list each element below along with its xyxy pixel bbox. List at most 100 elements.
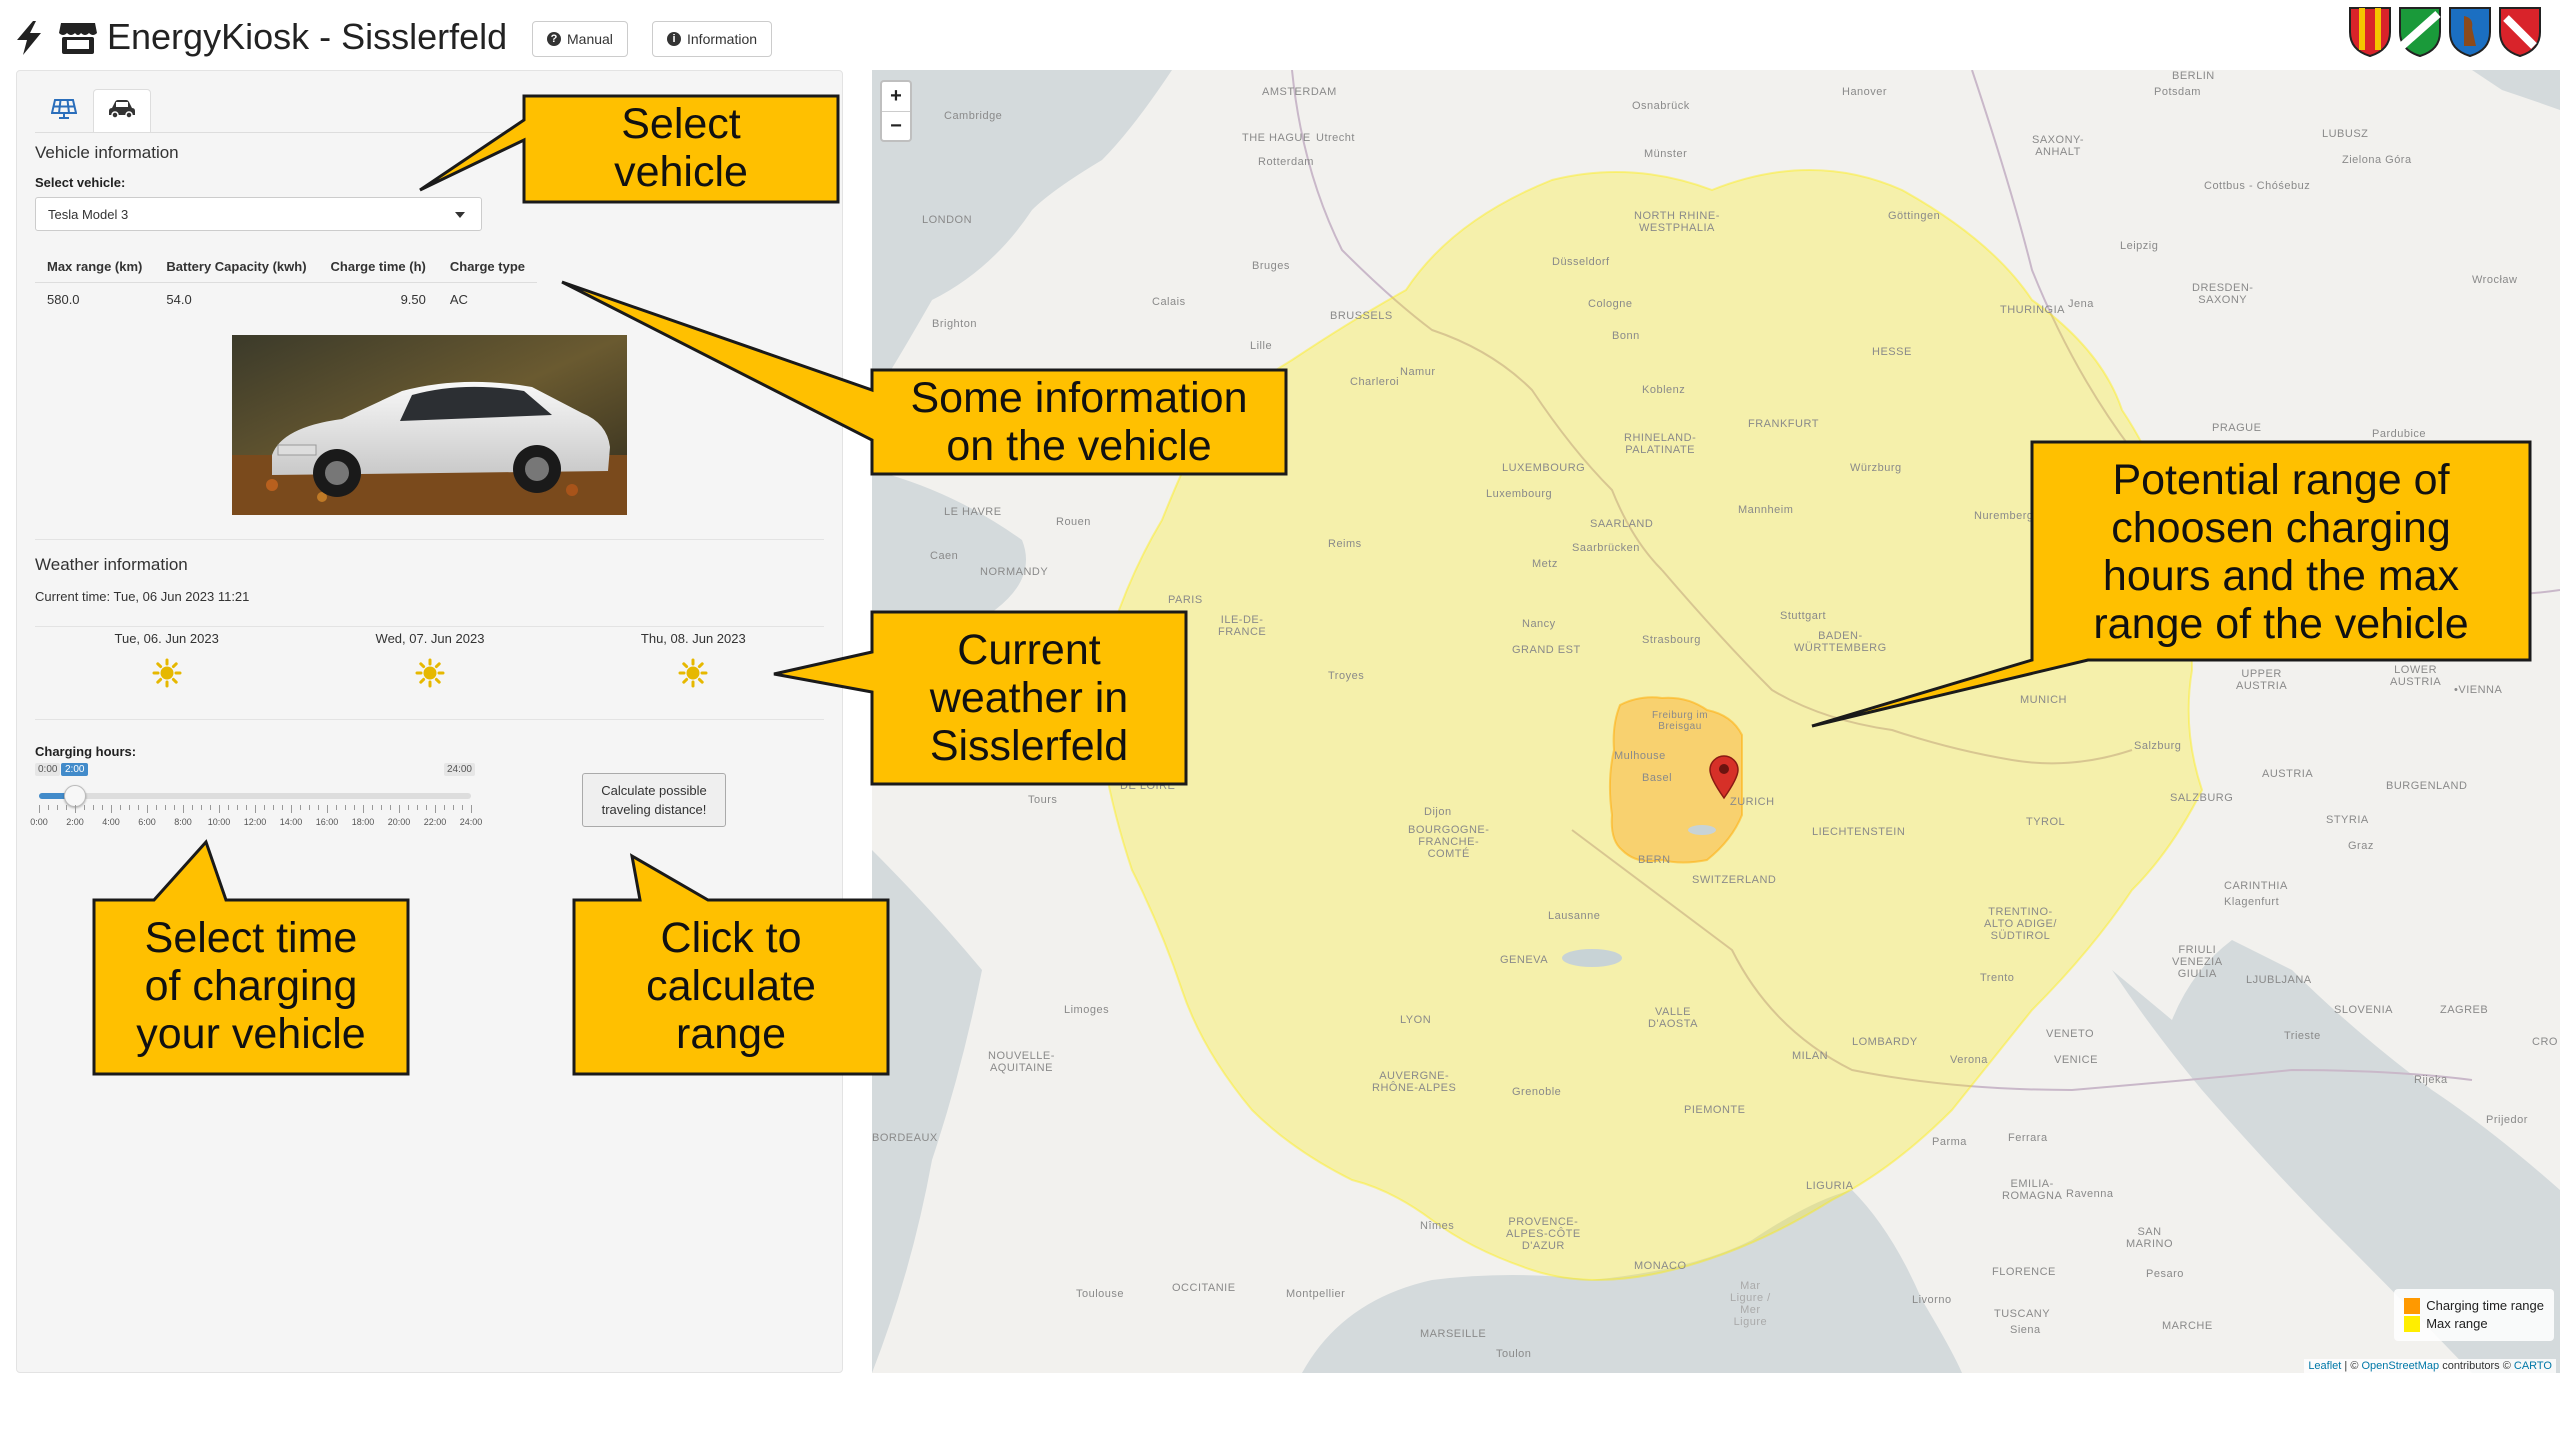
slider-tick	[102, 805, 103, 810]
map-label: PROVENCE- ALPES-CÔTE D'AZUR	[1506, 1216, 1581, 1252]
map-label: Düsseldorf	[1552, 256, 1610, 268]
manual-button[interactable]: ? Manual	[532, 21, 628, 57]
slider-tick	[219, 805, 220, 813]
map-label: SLOVENIA	[2334, 1004, 2394, 1016]
map-label: TYROL	[2026, 816, 2066, 828]
manual-button-label: Manual	[567, 31, 613, 47]
weather-date: Thu, 08. Jun 2023	[640, 631, 746, 646]
callout-line: Select time	[144, 914, 358, 962]
map-label: Klagenfurt	[2224, 896, 2280, 908]
table-header: Charge type	[437, 251, 538, 283]
map-label: BERLIN	[2172, 70, 2215, 82]
slider-tick	[39, 805, 40, 813]
charging-hours-slider[interactable]: 0:00 2:00 24:00 0:00 2:00 4:00 6:00 8:00 10:0…	[30, 763, 482, 853]
section-divider	[35, 539, 824, 540]
slider-tick	[156, 805, 157, 810]
slider-tick	[201, 805, 202, 810]
app-icons	[14, 20, 98, 61]
osm-link[interactable]: OpenStreetMap	[2361, 1360, 2439, 1372]
weather-day: Tue, 06. Jun 2023	[35, 631, 298, 688]
map-label: Bonn	[1612, 330, 1640, 342]
map-label: Saarbrücken	[1572, 542, 1640, 554]
slider-tick-label: 24:00	[459, 817, 483, 827]
map-label: Nîmes	[1420, 1220, 1455, 1232]
map-label: Cottbus - Chóśebuz	[2204, 180, 2311, 192]
slider-max-label: 24:00	[443, 763, 475, 776]
map-label: LUBUSZ	[2322, 128, 2369, 140]
map-label: Graz	[2348, 840, 2374, 852]
callout-line: Current	[957, 626, 1101, 674]
information-button[interactable]: i Information	[652, 21, 773, 57]
app-header: EnergyKiosk - Sisslerfeld ? Manual i Inf…	[0, 0, 2560, 72]
map-label: BOURGOGNE- FRANCHE- COMTÉ	[1408, 824, 1490, 860]
vehicle-select[interactable]: Tesla Model 3	[35, 197, 482, 231]
map-label: Toulon	[1496, 1348, 1532, 1360]
chevron-down-icon	[455, 212, 465, 218]
map-label: Nancy	[1522, 618, 1556, 630]
leaflet-link[interactable]: Leaflet	[2308, 1360, 2341, 1372]
callout-line: on the vehicle	[946, 422, 1212, 470]
map-label: Trento	[1980, 972, 2015, 984]
sidebar-tabs	[35, 89, 151, 133]
map-label: Mar Ligure / Mer Ligure	[1730, 1280, 1771, 1328]
zoom-out-button[interactable]: −	[882, 111, 910, 140]
slider-tick	[453, 805, 454, 810]
slider-tick	[471, 805, 472, 813]
callout-line: calculate	[646, 962, 816, 1010]
map-label: HESSE	[1872, 346, 1912, 358]
slider-tick-label: 18:00	[351, 817, 375, 827]
slider-tick-label: 22:00	[423, 817, 447, 827]
current-time: Current time: Tue, 06 Jun 2023 11:21	[35, 589, 250, 604]
map-label: MARCHE	[2162, 1320, 2213, 1332]
map-label: LOWER AUSTRIA	[2390, 664, 2442, 688]
map-label: NORTH RHINE- WESTPHALIA	[1634, 210, 1720, 234]
weather-forecast: Tue, 06. Jun 2023 Wed, 07. Jun 2023 Thu,…	[35, 631, 825, 688]
map-label: SALZBURG	[2170, 792, 2234, 804]
zoom-control: + −	[880, 80, 912, 142]
map-label: Rijeka	[2414, 1074, 2448, 1086]
map-label: Ferrara	[2008, 1132, 2048, 1144]
map-label: CARINTHIA	[2224, 880, 2288, 892]
zoom-in-button[interactable]: +	[882, 82, 910, 111]
tab-solar[interactable]	[35, 89, 93, 133]
map-label: PIEMONTE	[1684, 1104, 1746, 1116]
slider-tick	[399, 805, 400, 813]
map-label: BURGENLAND	[2386, 780, 2468, 792]
slider-handle[interactable]	[64, 785, 86, 807]
slider-tick	[174, 805, 175, 810]
map-label: Namur	[1400, 366, 1436, 378]
map-label: Mulhouse	[1614, 750, 1666, 762]
slider-tick	[309, 805, 310, 810]
map-label: Bruges	[1252, 260, 1290, 272]
map-label: LONDON	[922, 214, 973, 226]
question-icon: ?	[547, 32, 561, 46]
slider-tick	[138, 805, 139, 810]
vehicle-section-title: Vehicle information	[35, 143, 179, 162]
slider-tick-label: 12:00	[243, 817, 267, 827]
callout-line: range	[676, 1010, 786, 1058]
slider-tick	[273, 805, 274, 810]
slider-tick	[165, 805, 166, 810]
weather-day: Thu, 08. Jun 2023	[562, 631, 825, 688]
legend-item: Charging time range	[2404, 1297, 2544, 1315]
map-label: LIECHTENSTEIN	[1812, 826, 1906, 838]
crest-2	[2399, 7, 2441, 58]
carto-link[interactable]: CARTO	[2514, 1360, 2552, 1372]
table-cell: 54.0	[166, 292, 192, 307]
slider-tick	[255, 805, 256, 813]
vehicle-image	[232, 335, 627, 515]
calculate-distance-button[interactable]: Calculate possible traveling distance!	[582, 773, 726, 827]
callout-calculate-text: Click to calculate range	[574, 914, 888, 1058]
table-cell: AC	[449, 292, 468, 307]
municipality-crests	[2348, 6, 2542, 58]
legend-item: Max range	[2404, 1315, 2544, 1333]
tab-vehicle[interactable]	[93, 89, 151, 133]
table-row: 580.0 54.0 9.50 AC	[35, 283, 537, 317]
map-label: Dijon	[1424, 806, 1452, 818]
map-label: LYON	[1400, 1014, 1432, 1026]
map-label: LJUBLJANA	[2246, 974, 2312, 986]
legend-label: Charging time range	[2426, 1298, 2544, 1313]
solar-panel-icon	[50, 98, 78, 125]
slider-track[interactable]	[39, 793, 471, 799]
slider-tick	[381, 805, 382, 810]
